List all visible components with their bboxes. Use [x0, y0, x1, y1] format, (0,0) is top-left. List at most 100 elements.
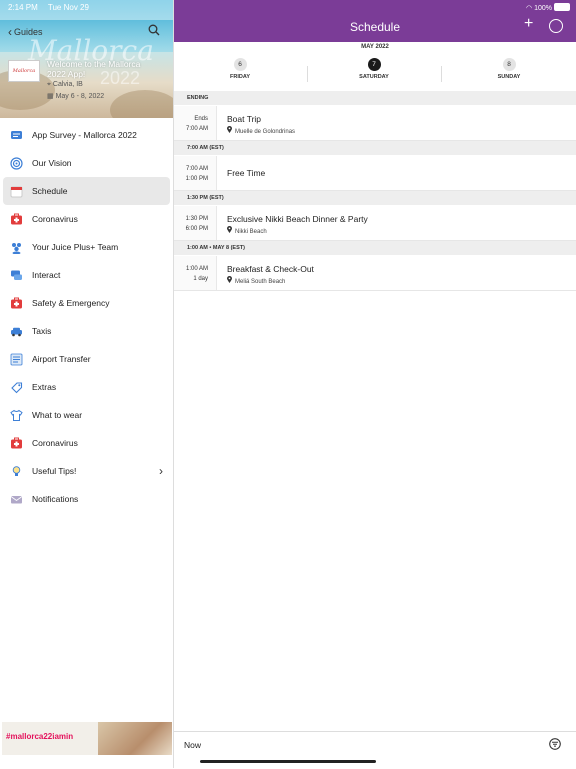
battery-icon [554, 3, 570, 11]
sidebar-item-label: App Survey - Mallorca 2022 [32, 130, 137, 140]
battery-percent: 100% [534, 5, 552, 12]
taxi-icon [9, 324, 23, 338]
guide-dates: ▦ May 6 - 8, 2022 [47, 92, 104, 100]
event-location: Nikki Beach [227, 226, 267, 235]
event-title: Breakfast & Check-Out [227, 264, 314, 274]
sidebar-item-label: Taxis [32, 326, 52, 336]
schedule-event[interactable]: 1:30 PM 6:00 PM Exclusive Nikki Beach Dinn… [174, 206, 576, 241]
dates-text: May 6 - 8, 2022 [55, 93, 105, 100]
status-bar-right: ◠ 100% [526, 3, 570, 12]
lightbulb-icon [9, 464, 23, 478]
day-sunday[interactable]: 8 SUNDAY [479, 58, 539, 80]
wifi-icon: ◠ [526, 5, 535, 12]
sidebar-item-what-to-wear[interactable]: What to wear [0, 401, 173, 429]
day-number: 6 [233, 58, 247, 71]
sidebar-item-our-vision[interactable]: Our Vision [0, 149, 173, 177]
month-label: MAY 2022 [361, 44, 389, 50]
event-time: Ends 7:00 AM [174, 106, 217, 140]
envelope-icon [9, 492, 23, 506]
sponsor-ad[interactable]: #mallorca22iamin [2, 722, 172, 755]
sidebar-item-label: Your Juice Plus+ Team [32, 242, 119, 252]
sidebar-item-airport-transfer[interactable]: Airport Transfer [0, 345, 173, 373]
status-date: Tue Nov 29 [47, 3, 89, 12]
event-time-end: 1:00 PM [185, 176, 208, 182]
guide-location: ⌖ Calvia, IB [47, 81, 83, 89]
day-name: FRIDAY [230, 74, 250, 80]
sidebar-item-notifications[interactable]: Notifications [0, 485, 173, 513]
chevron-left-icon: ‹ [8, 25, 12, 39]
location-text: Calvia, IB [52, 81, 83, 88]
day-name: SATURDAY [359, 74, 389, 80]
sidebar-item-taxis[interactable]: Taxis [0, 317, 173, 345]
ad-photo [98, 722, 172, 755]
event-title: Exclusive Nikki Beach Dinner & Party [227, 214, 368, 224]
schedule-event[interactable]: 1:00 AM 1 day Breakfast & Check-Out Meliá S… [174, 256, 576, 291]
event-location: Meliá South Beach [227, 276, 285, 285]
chat-icon [9, 268, 23, 282]
day-divider [307, 66, 308, 82]
sidebar-item-schedule[interactable]: Schedule [3, 177, 170, 205]
page-title: Schedule [349, 20, 401, 34]
event-location-text: Meliá South Beach [235, 279, 286, 285]
sidebar-item-label: Coronavirus [32, 438, 78, 448]
schedule-event[interactable]: Ends 7:00 AM Boat Trip Muelle de Golondrina… [174, 106, 576, 141]
event-time: 7:00 AM 1:00 PM [174, 156, 217, 190]
shirt-icon [9, 408, 23, 422]
sidebar-item-interact[interactable]: Interact [0, 261, 173, 289]
sidebar-item-coronavirus[interactable]: Coronavirus [0, 205, 173, 233]
event-time-end: 1 day [193, 276, 208, 282]
team-icon [9, 240, 23, 254]
now-button[interactable]: Now [184, 740, 201, 750]
guide-banner: Mallorca 2022 2:14 PM Tue Nov 29 ‹ Guides… [0, 0, 173, 118]
section-header: 1:00 AM • MAY 8 (EST) [174, 241, 576, 255]
section-header: 1:30 PM (EST) [174, 191, 576, 205]
banner-palm [110, 90, 173, 118]
day-saturday[interactable]: 7 SATURDAY [344, 58, 404, 80]
event-location-text: Muelle de Golondrinas [235, 129, 296, 135]
schedule-event[interactable]: 7:00 AM 1:00 PM Free Time [174, 156, 576, 191]
filter-icon[interactable] [549, 738, 561, 750]
location-pin-icon [227, 226, 232, 235]
first-aid-icon [9, 212, 23, 226]
event-location-text: Nikki Beach [235, 229, 267, 235]
event-time-end: 6:00 PM [185, 226, 208, 232]
search-icon[interactable] [148, 24, 160, 36]
bottom-bar: Now [174, 731, 576, 769]
sidebar-item-safety-emergency[interactable]: Safety & Emergency [0, 289, 173, 317]
event-time: 1:00 AM 1 day [174, 256, 217, 290]
calendar-small-icon: ▦ [47, 93, 56, 100]
sidebar-item-extras[interactable]: Extras [0, 373, 173, 401]
event-time-end: 7:00 AM [185, 126, 208, 132]
event-location: Muelle de Golondrinas [227, 126, 295, 135]
location-pin-icon [227, 276, 232, 285]
event-time-start: 1:00 AM [185, 266, 208, 272]
day-name: SUNDAY [497, 74, 521, 80]
event-time-start: Ends [194, 116, 208, 122]
location-pin-icon [227, 126, 232, 135]
calendar-icon [9, 184, 23, 198]
chevron-right-icon: › [159, 464, 163, 478]
sidebar-item-your-juice-plus-team[interactable]: Your Juice Plus+ Team [0, 233, 173, 261]
event-title: Boat Trip [227, 114, 262, 124]
sidebar-item-coronavirus[interactable]: Coronavirus [0, 429, 173, 457]
add-icon[interactable]: + [524, 15, 533, 33]
event-title: Free Time [227, 168, 266, 178]
welcome-text: Welcome to the Mallorca 2022 App! [47, 59, 141, 79]
sidebar-item-label: Coronavirus [32, 214, 78, 224]
sidebar-item-label: Airport Transfer [32, 354, 91, 364]
event-time-start: 1:30 PM [185, 216, 208, 222]
sidebar-item-app-survey-mallorca-2022[interactable]: App Survey - Mallorca 2022 [0, 121, 173, 149]
sidebar-item-useful-tips[interactable]: Useful Tips! › [0, 457, 173, 485]
section-header: 7:00 AM (EST) [174, 141, 576, 155]
sidebar-item-label: Schedule [32, 186, 68, 196]
sidebar: Mallorca 2022 2:14 PM Tue Nov 29 ‹ Guides… [0, 0, 174, 768]
back-to-guides-button[interactable]: ‹ Guides [8, 25, 43, 39]
sidebar-item-label: Safety & Emergency [32, 298, 110, 308]
guide-logo: Mallorca [8, 60, 40, 82]
day-friday[interactable]: 6 FRIDAY [210, 58, 270, 80]
sidebar-item-label: What to wear [32, 410, 83, 420]
sidebar-item-label: Useful Tips! [32, 466, 77, 476]
profile-icon[interactable] [549, 19, 563, 33]
sidebar-item-label: Notifications [32, 494, 79, 504]
survey-icon [9, 128, 23, 142]
